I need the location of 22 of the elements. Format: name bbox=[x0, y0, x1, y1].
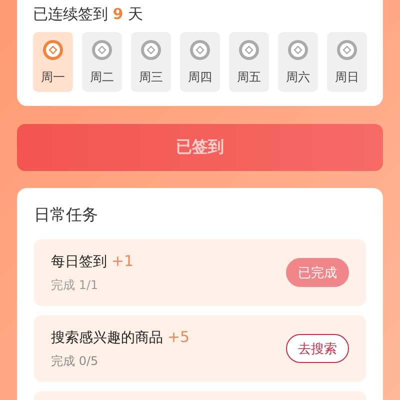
day-label: 周日 bbox=[335, 68, 359, 86]
day-label: 周四 bbox=[188, 68, 212, 86]
coin-icon bbox=[91, 38, 113, 60]
task-progress: 完成 1/1 bbox=[51, 276, 100, 294]
task-action-button[interactable]: 去搜索 bbox=[286, 334, 349, 363]
task-title: 每日签到 +1 bbox=[51, 252, 134, 270]
coin-icon bbox=[140, 38, 162, 60]
coin-icon bbox=[42, 38, 64, 60]
task-action-button[interactable]: 已完成 bbox=[286, 258, 349, 287]
streak-text: 已连续签到 9 天 bbox=[33, 4, 144, 25]
coin-icon bbox=[287, 38, 309, 60]
coin-icon bbox=[238, 38, 260, 60]
coin-icon bbox=[189, 38, 211, 60]
task-title: 搜索感兴趣的商品 +5 bbox=[51, 328, 190, 346]
day-label: 周五 bbox=[237, 68, 261, 86]
section-title: 日常任务 bbox=[34, 204, 99, 226]
task-progress: 完成 0/5 bbox=[51, 352, 100, 370]
day-label: 周一 bbox=[41, 68, 65, 86]
day-label: 周三 bbox=[139, 68, 163, 86]
day-label: 周二 bbox=[90, 68, 114, 86]
day-label: 周六 bbox=[286, 68, 310, 86]
coin-icon bbox=[336, 38, 358, 60]
